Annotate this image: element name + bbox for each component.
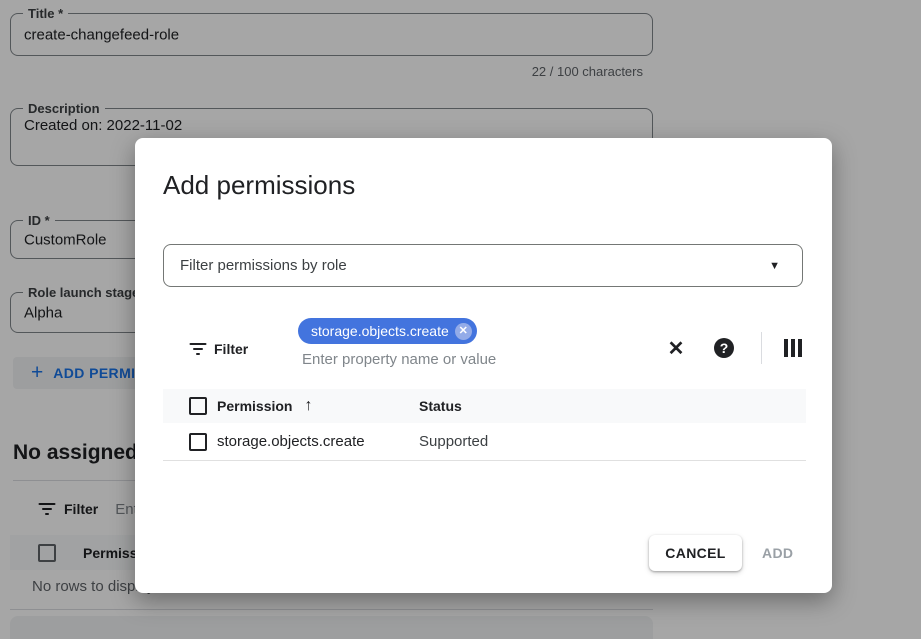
chip-remove-icon[interactable]: ✕ <box>455 323 472 340</box>
sort-ascending-icon[interactable]: ↑ <box>304 397 312 415</box>
row-permission-cell: storage.objects.create <box>217 433 419 450</box>
permission-column-header[interactable]: Permission <box>217 398 292 414</box>
filter-permissions-by-role-select[interactable]: Filter permissions by role ▼ <box>163 244 803 287</box>
add-permissions-dialog: Add permissions Filter permissions by ro… <box>135 138 832 593</box>
dialog-filter-input[interactable] <box>302 351 562 368</box>
clear-filter-button[interactable]: ✕ <box>658 330 694 366</box>
cancel-button[interactable]: CANCEL <box>649 535 742 571</box>
help-icon: ? <box>714 338 734 358</box>
row-checkbox[interactable] <box>189 433 207 451</box>
add-button[interactable]: ADD <box>762 535 793 571</box>
dialog-title: Add permissions <box>163 170 355 201</box>
column-options-button[interactable] <box>775 330 811 366</box>
filter-chip-label: storage.objects.create <box>311 323 449 339</box>
filter-icon <box>189 343 206 356</box>
permissions-table: Permission ↑ Status storage.objects.crea… <box>163 389 806 461</box>
permissions-table-header: Permission ↑ Status <box>163 389 806 423</box>
dialog-filter-toolbar: Filter storage.objects.create ✕ ✕ ? <box>163 314 806 390</box>
table-row[interactable]: storage.objects.create Supported <box>163 423 806 461</box>
chevron-down-icon: ▼ <box>769 260 780 272</box>
help-button[interactable]: ? <box>706 330 742 366</box>
filter-chip[interactable]: storage.objects.create ✕ <box>298 318 477 344</box>
columns-icon <box>784 339 802 357</box>
row-status-cell: Supported <box>419 433 806 450</box>
role-select-placeholder: Filter permissions by role <box>180 257 769 274</box>
toolbar-divider <box>761 332 762 364</box>
dialog-filter-label: Filter <box>214 341 248 357</box>
select-all-checkbox[interactable] <box>189 397 207 415</box>
status-column-header[interactable]: Status <box>419 398 806 414</box>
dialog-filter-group[interactable]: Filter <box>189 341 248 357</box>
close-icon: ✕ <box>668 336 685 361</box>
